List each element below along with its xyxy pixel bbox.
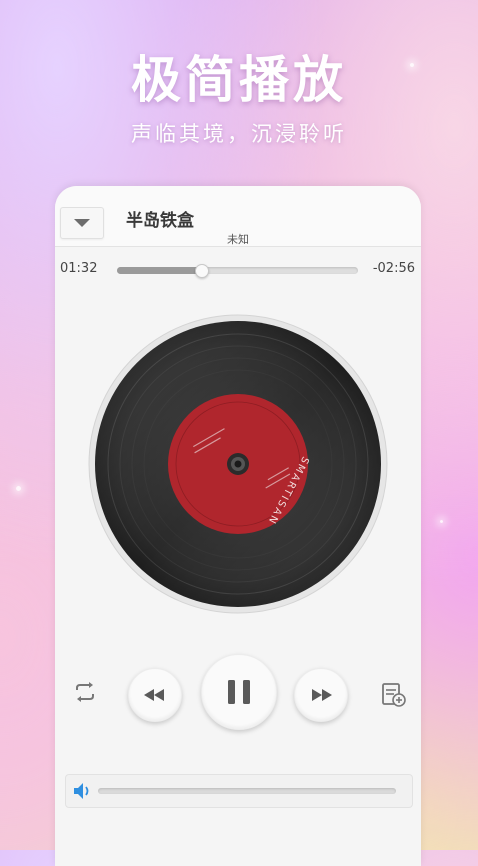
player-header: 半岛铁盒 未知 [55, 194, 421, 247]
playlist-add-icon [382, 683, 406, 707]
status-bar [55, 186, 421, 194]
sparkle [16, 486, 21, 491]
sparkle [440, 520, 443, 523]
progress-slider[interactable] [117, 264, 358, 278]
previous-button[interactable] [128, 668, 182, 722]
volume-control [65, 774, 413, 808]
promo-subline: 声临其境，沉浸聆听 [131, 122, 347, 146]
progress-handle[interactable] [195, 264, 210, 278]
volume-slider[interactable] [98, 788, 396, 794]
progress-row: 01:32 -02:56 [55, 247, 421, 291]
progress-fill [117, 267, 202, 274]
repeat-icon [76, 682, 94, 702]
volume-icon[interactable] [71, 779, 95, 803]
next-button[interactable] [294, 668, 348, 722]
vinyl-record: SMARTISAN [88, 314, 388, 614]
chevron-down-icon [74, 219, 90, 227]
pause-icon [228, 680, 250, 704]
previous-icon [144, 689, 164, 701]
time-remaining: -02:56 [372, 261, 415, 276]
next-icon [312, 689, 332, 701]
add-to-playlist-button[interactable] [381, 682, 407, 708]
song-artist: 未知 [227, 233, 249, 246]
player-screen: 半岛铁盒 未知 01:32 -02:56 SMARTISAN [55, 186, 421, 866]
time-elapsed: 01:32 [60, 261, 98, 276]
song-title: 半岛铁盒 [126, 211, 194, 231]
play-pause-button[interactable] [201, 654, 277, 730]
repeat-button[interactable] [72, 681, 98, 703]
promo-headline: 极简播放 [131, 51, 347, 109]
